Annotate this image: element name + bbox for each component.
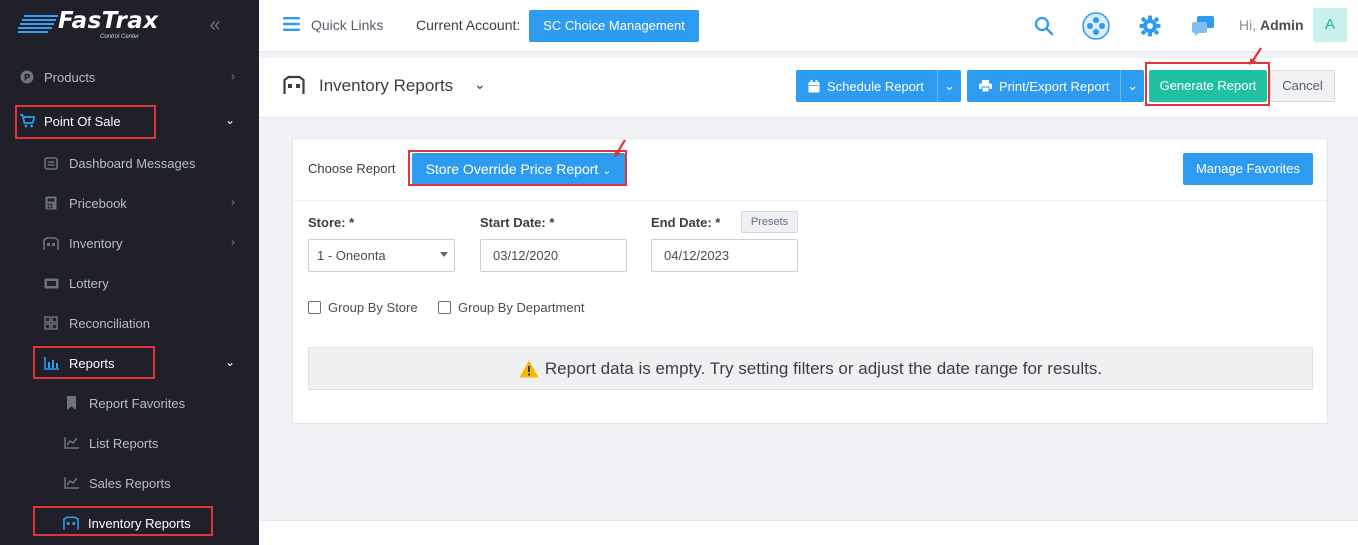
chevron-down-icon[interactable]: ⌄	[1120, 70, 1144, 102]
empty-report-message: Report data is empty. Try setting filter…	[544, 358, 1103, 378]
sidebar-item-list-reports[interactable]: List Reports	[0, 423, 259, 463]
gear-icon[interactable]	[1136, 12, 1164, 40]
choose-report-label: Choose Report	[308, 161, 396, 176]
sidebar-item-label: Pricebook	[69, 195, 127, 211]
sidebar-item-label: Inventory	[69, 235, 123, 251]
highlight-box	[33, 506, 213, 536]
avatar[interactable]: A	[1313, 8, 1347, 42]
store-select[interactable]: 1 - Oneonta	[308, 239, 455, 272]
calculator-icon	[43, 195, 59, 211]
logo-stripes-icon	[18, 15, 58, 33]
highlight-box	[33, 346, 155, 379]
user-name: Admin	[1260, 17, 1304, 33]
chevron-right-icon: ›	[231, 69, 235, 83]
checkbox-box[interactable]	[308, 301, 321, 314]
chat-icon[interactable]	[1189, 12, 1217, 40]
messages-icon	[43, 155, 59, 171]
line-chart-icon	[63, 475, 79, 491]
sidebar-item-label: List Reports	[89, 435, 159, 451]
collapse-sidebar-icon[interactable]: «	[204, 14, 226, 36]
warning-icon	[519, 360, 539, 377]
highlight-box	[1145, 62, 1270, 106]
footer	[259, 520, 1358, 545]
line-chart-icon	[63, 435, 79, 451]
brand-name: FasTrax	[58, 8, 159, 34]
current-account-label: Current Account:	[416, 17, 521, 33]
caret-down-icon	[440, 252, 448, 257]
sidebar-item-dashboard-messages[interactable]: Dashboard Messages	[0, 143, 259, 183]
apps-icon[interactable]	[1082, 12, 1110, 40]
store-select-value: 1 - Oneonta	[317, 248, 386, 263]
annotation-arrow-icon	[614, 139, 626, 157]
sidebar-item-report-favorites[interactable]: Report Favorites	[0, 383, 259, 423]
greeting: Hi, Admin	[1239, 17, 1304, 33]
logo[interactable]: FasTrax Control Center	[18, 8, 178, 44]
end-date-field[interactable]: 04/12/2023	[651, 239, 798, 272]
sidebar-item-label: Sales Reports	[89, 475, 171, 491]
schedule-report-label: Schedule Report	[827, 78, 924, 94]
chevron-down-icon: ⌄	[224, 113, 235, 127]
chevron-down-icon[interactable]: ⌄	[474, 76, 486, 93]
sidebar-item-inventory[interactable]: Inventory ›	[0, 223, 259, 263]
grid-icon	[43, 315, 59, 331]
chevron-right-icon: ›	[231, 235, 235, 249]
sidebar-item-label: Report Favorites	[89, 395, 186, 411]
sidebar-item-sales-reports[interactable]: Sales Reports	[0, 463, 259, 503]
chevron-down-icon[interactable]: ⌄	[937, 70, 961, 102]
manage-favorites-button[interactable]: Manage Favorites	[1183, 153, 1313, 185]
svg-text:P: P	[24, 74, 31, 84]
highlight-box	[15, 105, 156, 139]
sidebar-item-products[interactable]: P Products ›	[0, 57, 259, 97]
highlight-box	[408, 150, 627, 186]
ticket-icon	[43, 275, 59, 291]
group-by-department-label: Group By Department	[458, 300, 585, 315]
sidebar-item-lottery[interactable]: Lottery	[0, 263, 259, 303]
annotation-arrow-icon	[1249, 47, 1262, 65]
checkbox-box[interactable]	[438, 301, 451, 314]
search-icon[interactable]	[1030, 12, 1058, 40]
inventory-icon	[43, 235, 59, 251]
sidebar-item-pricebook[interactable]: Pricebook ›	[0, 183, 259, 223]
sidebar: FasTrax Control Center « P Products › Po…	[0, 0, 259, 545]
presets-button[interactable]: Presets	[741, 211, 798, 233]
empty-report-alert: Report data is empty. Try setting filter…	[308, 347, 1313, 390]
top-header: Quick Links Current Account: SC Choice M…	[259, 0, 1358, 52]
current-account-button[interactable]: SC Choice Management	[529, 10, 699, 42]
inventory-icon	[283, 75, 305, 94]
print-export-button[interactable]: Print/Export Report ⌄	[967, 70, 1144, 102]
sidebar-item-label: Lottery	[69, 275, 109, 291]
group-by-store-checkbox[interactable]: Group By Store	[308, 300, 418, 315]
start-date-field[interactable]: 03/12/2020	[480, 239, 627, 272]
menu-icon[interactable]	[283, 17, 300, 31]
products-icon: P	[19, 69, 35, 85]
sidebar-item-label: Dashboard Messages	[69, 155, 196, 171]
quick-links-link[interactable]: Quick Links	[311, 17, 383, 33]
bookmark-icon	[63, 395, 79, 411]
chevron-right-icon: ›	[231, 195, 235, 209]
sidebar-item-label: Reconciliation	[69, 315, 150, 331]
group-by-department-checkbox[interactable]: Group By Department	[438, 300, 584, 315]
start-date-label: Start Date: *	[480, 215, 555, 230]
schedule-report-button[interactable]: Schedule Report ⌄	[796, 70, 961, 102]
calendar-icon	[808, 79, 820, 92]
page-title: Inventory Reports	[319, 76, 454, 95]
sidebar-item-reconciliation[interactable]: Reconciliation	[0, 303, 259, 343]
brand-tagline: Control Center	[100, 34, 140, 40]
cancel-button[interactable]: Cancel	[1270, 70, 1335, 102]
greeting-prefix: Hi,	[1239, 17, 1257, 33]
printer-icon	[979, 80, 992, 92]
end-date-label: End Date: *	[651, 215, 721, 230]
group-by-store-label: Group By Store	[328, 300, 418, 315]
print-export-label: Print/Export Report	[999, 78, 1110, 94]
chevron-down-icon: ⌄	[224, 355, 235, 369]
store-label: Store: *	[308, 215, 355, 230]
sidebar-item-label: Products	[44, 69, 96, 85]
